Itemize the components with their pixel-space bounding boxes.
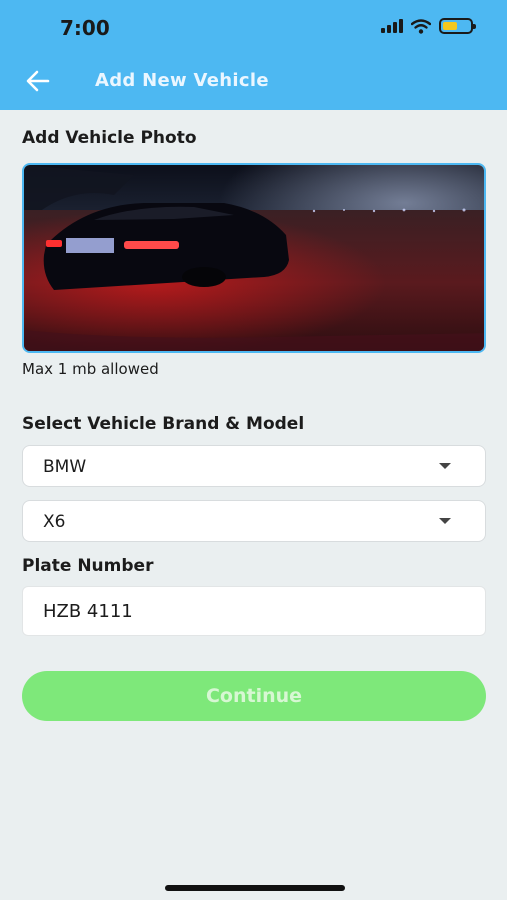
page-title: Add New Vehicle bbox=[95, 70, 269, 91]
wifi-icon bbox=[411, 18, 431, 34]
brand-select[interactable]: BMW bbox=[22, 445, 486, 487]
continue-button[interactable]: Continue bbox=[22, 671, 486, 721]
vehicle-section-label: Select Vehicle Brand & Model bbox=[22, 414, 305, 434]
chevron-down-icon bbox=[439, 518, 451, 524]
signal-icon bbox=[381, 19, 403, 33]
photo-size-hint: Max 1 mb allowed bbox=[22, 360, 159, 378]
status-time: 7:00 bbox=[60, 16, 110, 40]
photo-section-label: Add Vehicle Photo bbox=[22, 128, 197, 148]
vehicle-photo bbox=[24, 165, 484, 351]
chevron-down-icon bbox=[439, 463, 451, 469]
vehicle-photo-upload[interactable] bbox=[22, 163, 486, 353]
model-select-value: X6 bbox=[43, 512, 66, 532]
brand-select-value: BMW bbox=[43, 457, 87, 477]
arrow-left-icon[interactable] bbox=[24, 68, 52, 94]
plate-number-input[interactable] bbox=[22, 586, 486, 636]
battery-icon bbox=[439, 18, 476, 34]
status-icons bbox=[381, 18, 476, 34]
home-indicator bbox=[165, 885, 345, 891]
model-select[interactable]: X6 bbox=[22, 500, 486, 542]
app-header: 7:00 Add New Vehicle bbox=[0, 0, 507, 110]
plate-number-label: Plate Number bbox=[22, 556, 154, 576]
